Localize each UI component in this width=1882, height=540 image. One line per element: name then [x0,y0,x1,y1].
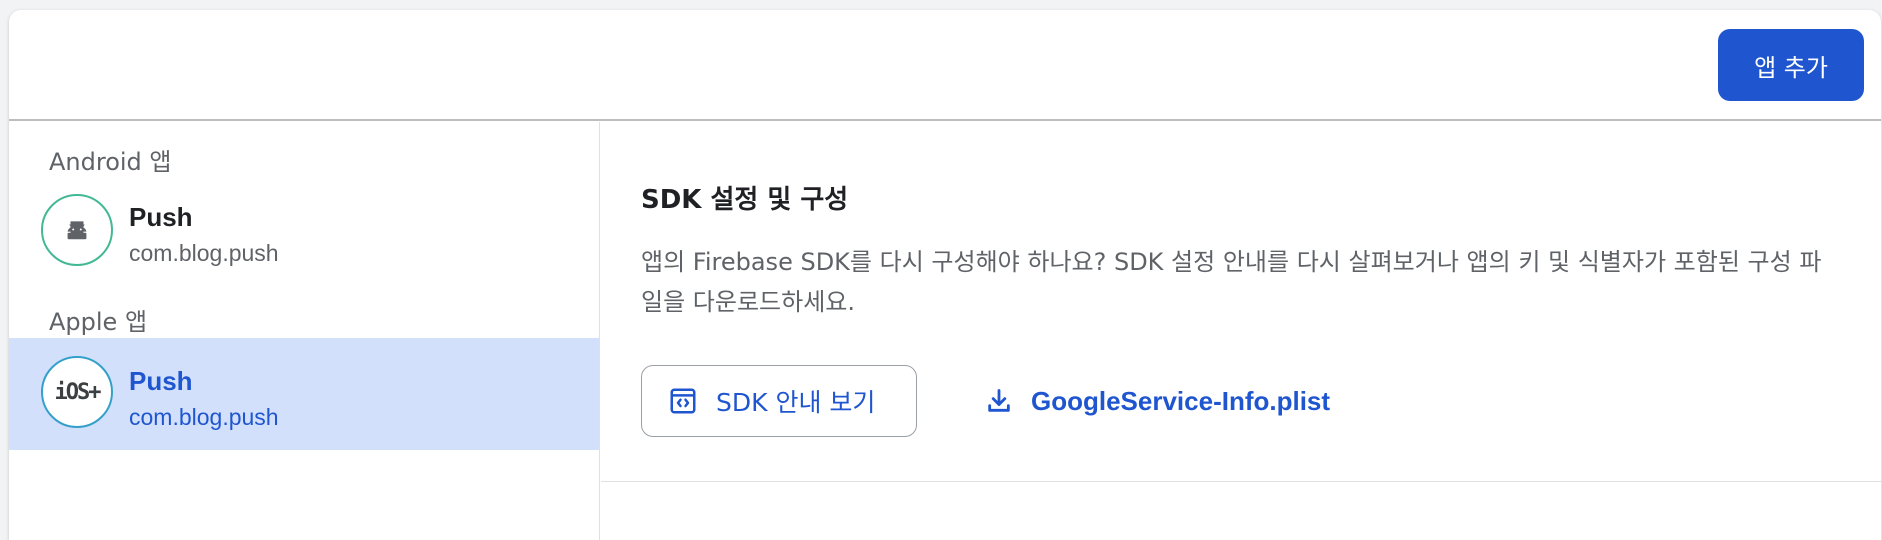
app-item-android-push[interactable]: Push com.blog.push [9,174,599,286]
view-sdk-guide-label: SDK 안내 보기 [716,388,876,417]
download-config-label: GoogleService-Info.plist [1031,385,1331,416]
app-name: Push [129,366,193,396]
app-list-sidebar: Android 앱 Push com.blog.push Apple 앱 iOS… [9,122,600,540]
section-description: 앱의 Firebase SDK를 다시 구성해야 하나요? SDK 설정 안내를… [641,248,1822,316]
app-settings-card: 앱 추가 Android 앱 Push com.blog.push Apple … [9,10,1881,540]
android-icon [64,217,90,243]
apple-section-label: Apple 앱 [49,308,148,336]
section-title: SDK 설정 및 구성 [641,185,849,215]
card-header: 앱 추가 [9,10,1881,121]
app-package: com.blog.push [129,240,279,266]
android-section-label: Android 앱 [49,148,172,176]
view-sdk-guide-button[interactable]: SDK 안내 보기 [641,365,917,437]
ios-app-avatar: iOS+ [41,356,113,428]
download-icon [985,387,1013,415]
add-app-button[interactable]: 앱 추가 [1718,29,1864,101]
app-item-ios-push[interactable]: iOS+ Push com.blog.push [9,338,599,450]
app-package: com.blog.push [129,404,279,430]
ios-plus-icon: iOS+ [54,379,102,405]
android-app-avatar [41,194,113,266]
sdk-config-panel: SDK 설정 및 구성 앱의 Firebase SDK를 다시 구성해야 하나요… [601,122,1881,482]
app-name: Push [129,202,193,232]
download-config-link[interactable]: GoogleService-Info.plist [985,365,1330,437]
code-window-icon [668,386,698,416]
